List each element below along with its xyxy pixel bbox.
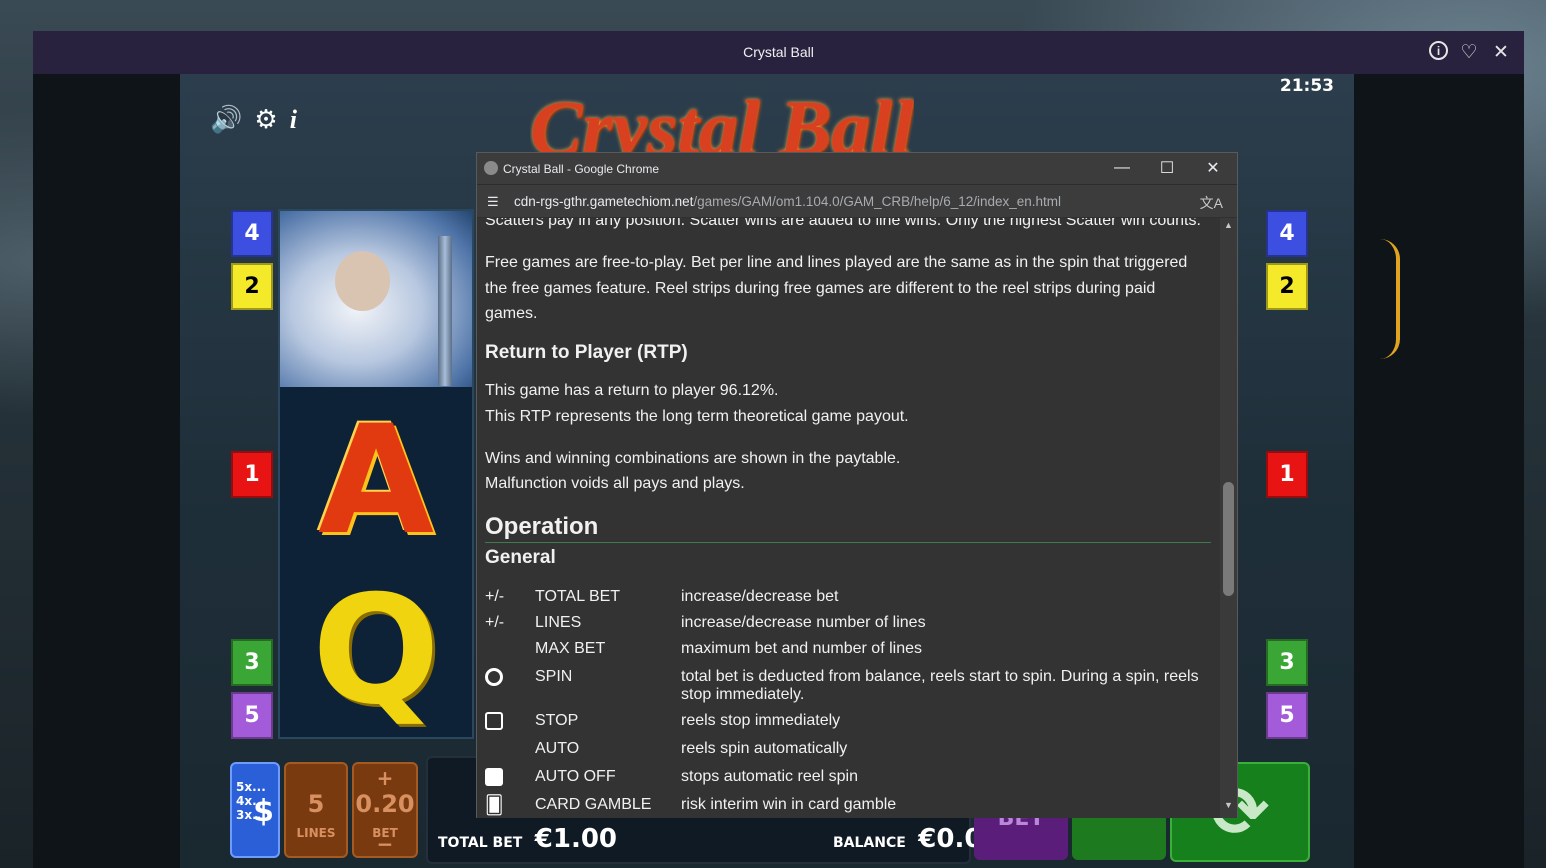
operation-key: +/- [485, 588, 505, 605]
gear-icon[interactable]: ⚙ [254, 104, 277, 135]
operation-desc: reels stop immediately [681, 712, 841, 729]
divider [485, 542, 1211, 543]
total-bet-value: €1.00 [534, 824, 618, 854]
q-symbol: Q [312, 564, 440, 738]
paytable-button[interactable]: 5x... 4x... 3x... $ [230, 762, 280, 858]
scroll-down-icon[interactable]: ▼ [1220, 800, 1237, 814]
operation-heading: Operation [485, 513, 599, 540]
minimize-button[interactable]: — [1107, 158, 1137, 178]
reel: A Q [278, 209, 474, 739]
total-bet: TOTAL BET €1.00 [438, 824, 617, 854]
reel-edge [1380, 239, 1400, 359]
game-logo: Crystal Ball [530, 88, 914, 152]
scrollbar-thumb[interactable] [1223, 482, 1234, 596]
staff [438, 236, 452, 386]
address-bar[interactable]: ☰ cdn-rgs-gthr.gametechiom.net/games/GAM… [477, 184, 1237, 217]
stop-icon [485, 712, 503, 730]
line-number: 2 [231, 263, 273, 310]
operation-name: AUTO OFF [535, 768, 616, 785]
scatter-text: Scatters pay in any position. Scatter wi… [485, 218, 1201, 229]
window-titlebar: Crystal Ball - Google Chrome — ☐ ✕ [477, 153, 1237, 184]
operation-desc: total bet is deducted from balance, reel… [681, 668, 1199, 703]
spin-icon [485, 668, 503, 686]
window-title: Crystal Ball - Google Chrome [503, 162, 660, 176]
clock: 21:53 [1279, 76, 1334, 96]
bet-value: 0.20 [355, 790, 415, 818]
heart-icon[interactable]: ♡ [1458, 41, 1480, 63]
free-games-text: Free games are free-to-play. Bet per lin… [485, 254, 1188, 322]
operation-desc: increase/decrease number of lines [681, 614, 926, 631]
scrollbar[interactable]: ▲ ▼ [1220, 218, 1237, 818]
operation-key: +/- [485, 614, 505, 631]
multiplier: 5x... [236, 780, 266, 794]
url-host: cdn-rgs-gthr.gametechiom.net [514, 194, 694, 209]
help-content: Scatters pay in any position. Scatter wi… [477, 218, 1221, 818]
operation-desc: increase/decrease bet [681, 588, 839, 605]
operation-name: CARD GAMBLE [535, 796, 652, 813]
maximize-button[interactable]: ☐ [1152, 158, 1182, 178]
overlay-title: Crystal Ball [743, 44, 814, 60]
line-number: 3 [1266, 639, 1308, 686]
operation-name: STOP [535, 712, 579, 729]
translate-icon[interactable]: 文A [1200, 193, 1223, 213]
overlay-header: Crystal Ball i ♡ ✕ [33, 31, 1524, 74]
bet-button[interactable]: + 0.20 BET − [352, 762, 418, 858]
url-text[interactable]: cdn-rgs-gthr.gametechiom.net/games/GAM/o… [514, 194, 1061, 209]
line-number: 1 [231, 451, 273, 498]
operation-desc: stops automatic reel spin [681, 768, 858, 785]
balance-label: BALANCE [833, 835, 906, 851]
info-icon[interactable]: i [290, 105, 297, 135]
line-number: 3 [231, 639, 273, 686]
operation-name: LINES [535, 614, 582, 631]
operation-key [485, 712, 525, 735]
close-icon[interactable]: ✕ [1490, 41, 1512, 63]
line-number: 4 [231, 210, 273, 257]
operation-name: MAX BET [535, 640, 606, 657]
lines-button[interactable]: 5 LINES [284, 762, 348, 858]
info-icon[interactable]: i [1429, 41, 1448, 60]
operation-key [485, 768, 525, 791]
plus-icon[interactable]: + [354, 766, 416, 790]
rtp-heading: Return to Player (RTP) [485, 342, 688, 363]
line-number: 5 [1266, 692, 1308, 739]
rtp-text: This game has a return to player 96.12%. [485, 382, 779, 399]
wizard-face [335, 251, 390, 311]
operation-name: SPIN [535, 668, 573, 685]
chrome-window: Crystal Ball - Google Chrome — ☐ ✕ ☰ cdn… [476, 152, 1238, 818]
site-settings-icon[interactable]: ☰ [487, 194, 499, 210]
scroll-up-icon[interactable]: ▲ [1220, 220, 1237, 234]
lines-value: 5 [307, 790, 325, 818]
operation-desc: maximum bet and number of lines [681, 640, 922, 657]
general-heading: General [485, 547, 556, 568]
url-path: /games/GAM/om1.104.0/GAM_CRB/help/6_12/i… [693, 194, 1062, 209]
wins-text: Wins and winning combinations are shown … [485, 450, 901, 467]
rtp-text: This RTP represents the long term theore… [485, 408, 909, 425]
operation-key [485, 668, 525, 691]
operation-key: 🂠 [485, 796, 525, 816]
operation-name: AUTO [535, 740, 580, 757]
favicon-icon [484, 161, 498, 175]
operation-name: TOTAL BET [535, 588, 621, 605]
minus-icon[interactable]: − [354, 832, 416, 856]
total-bet-label: TOTAL BET [438, 835, 523, 851]
line-number: 4 [1266, 210, 1308, 257]
line-number: 2 [1266, 263, 1308, 310]
operation-desc: reels spin automatically [681, 740, 848, 757]
dollar-icon: $ [253, 794, 274, 829]
auto-off-icon [485, 768, 503, 786]
lines-label: LINES [296, 826, 336, 840]
line-number: 5 [231, 692, 273, 739]
a-symbol: A [317, 394, 435, 568]
card-gamble-icon: 🂠 [485, 795, 504, 815]
speaker-icon[interactable]: 🔊 [210, 104, 242, 135]
wizard-symbol [280, 211, 472, 387]
operation-desc: risk interim win in card gamble [681, 796, 897, 813]
malfunction-text: Malfunction voids all pays and plays. [485, 475, 745, 492]
line-number: 1 [1266, 451, 1308, 498]
close-button[interactable]: ✕ [1198, 158, 1228, 178]
